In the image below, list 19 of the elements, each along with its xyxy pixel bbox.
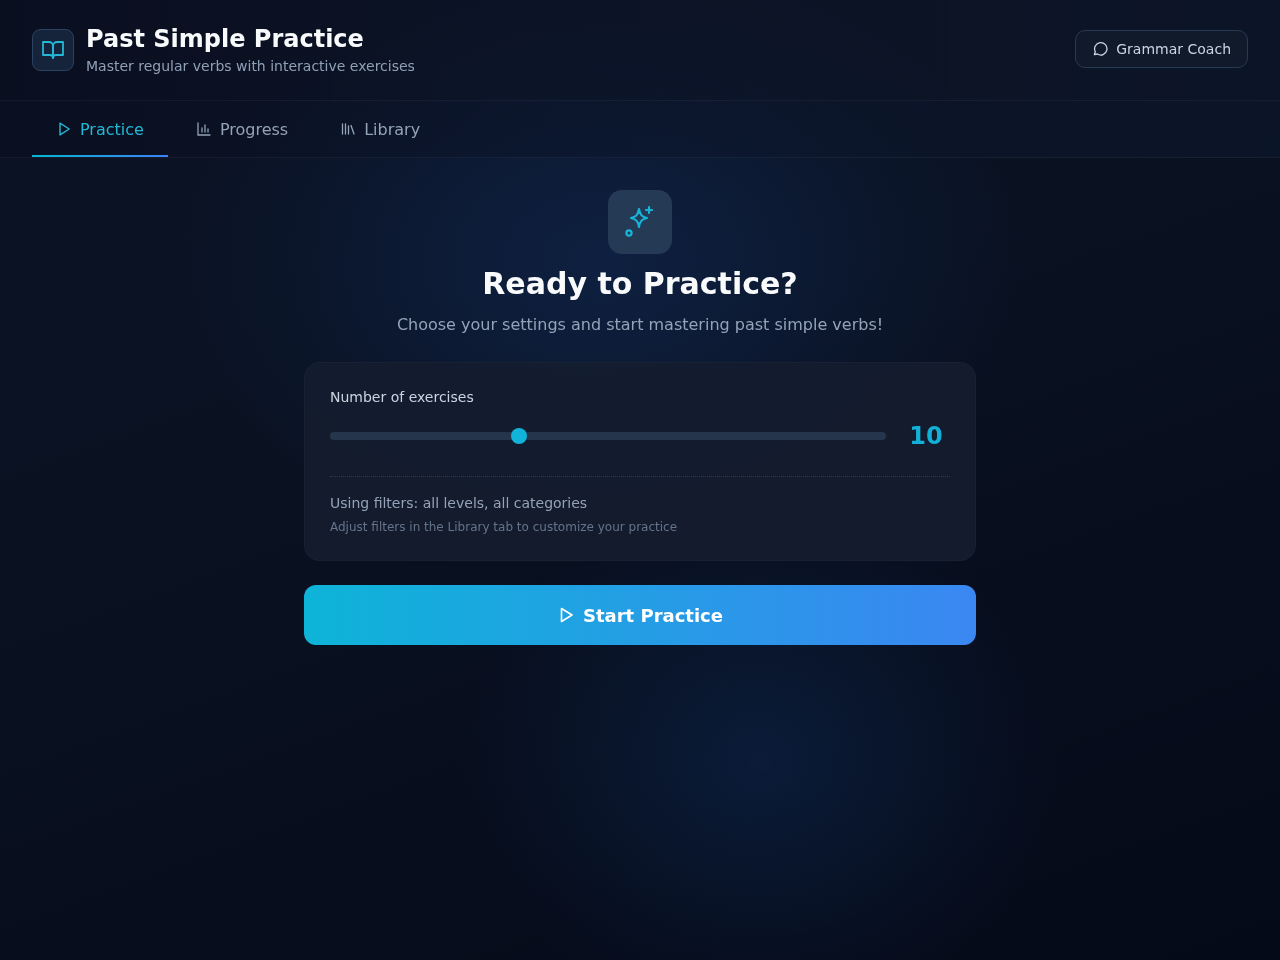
books-icon: [340, 121, 357, 137]
app-title: Past Simple Practice: [86, 24, 365, 54]
chat-bubble-icon: [1092, 41, 1109, 57]
book-icon: [32, 29, 74, 71]
tab[interactable]: Progress: [171, 101, 313, 157]
slider-thumb[interactable]: [511, 428, 528, 444]
app-subtitle: Master regular verbs with interactive exercises: [86, 57, 415, 76]
bar-chart-icon: [195, 121, 212, 137]
hero-title: Ready to Practice?: [482, 266, 798, 302]
slider-label: Number of exercises: [330, 388, 475, 407]
grammar-coach-button[interactable]: Grammar Coach: [1075, 30, 1248, 68]
filters-hint: Adjust filters in the Library tab to customize your practice: [330, 519, 679, 535]
sparkle-icon: [608, 190, 672, 254]
exercise-count: 10: [908, 421, 944, 452]
hero-subtitle: Choose your settings and start mastering past simple verbs!: [396, 314, 884, 336]
play-icon: [56, 121, 72, 137]
tab[interactable]: Library: [316, 101, 445, 157]
filters-text: Using filters: all levels, all categories: [330, 494, 589, 513]
tab[interactable]: Practice: [32, 101, 168, 157]
